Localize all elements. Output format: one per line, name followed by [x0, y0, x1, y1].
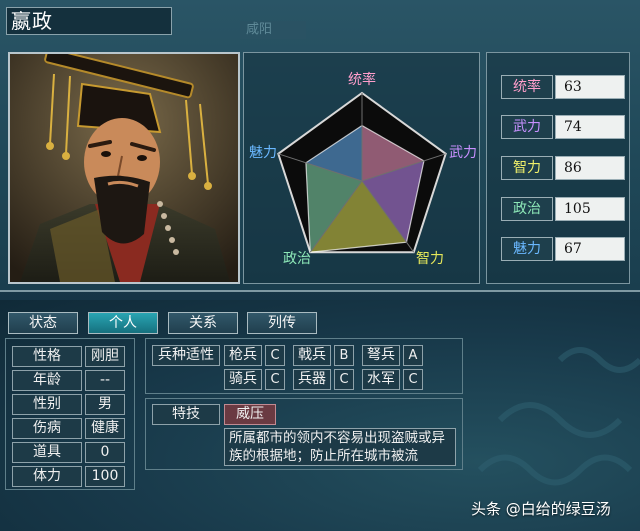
radar-label-intelligence: 智力: [416, 251, 444, 267]
aptitude-unit: 水军: [362, 369, 400, 390]
stat-value: 74: [555, 115, 625, 139]
field-label: 年龄: [12, 370, 82, 391]
officer-portrait: [8, 52, 240, 284]
officer-city: 咸阳: [240, 21, 306, 39]
portrait-image: [10, 54, 238, 282]
stats-list: 统率 63 武力 74 智力 86 政治 105 魅力 67: [486, 52, 630, 284]
tab-status[interactable]: 状态: [8, 312, 78, 334]
aptitude-grade: C: [334, 369, 354, 390]
aptitude-unit: 兵器: [293, 369, 331, 390]
field-label: 道具: [12, 442, 82, 463]
field-value: 男: [85, 394, 125, 415]
field-label: 性格: [12, 346, 82, 367]
officer-name: 嬴政: [6, 7, 172, 35]
field-value: 0: [85, 442, 125, 463]
stat-value: 105: [555, 197, 625, 221]
field-value: 健康: [85, 418, 125, 439]
stat-value: 67: [555, 237, 625, 261]
aptitude-grade: B: [334, 345, 354, 366]
field-label: 体力: [12, 466, 82, 487]
aptitude-title: 兵种适性: [152, 345, 220, 366]
aptitude-unit: 戟兵: [293, 345, 331, 366]
officer-info-screen: 嬴政 咸阳 统率 武力 智力 政治 魅力 统率 63 武力 74 智力 86 政…: [0, 0, 640, 531]
stat-label: 武力: [501, 115, 553, 139]
stats-radar-chart: 统率 武力 智力 政治 魅力: [243, 52, 480, 284]
tab-personal[interactable]: 个人: [88, 312, 158, 334]
aptitude-grade: C: [403, 369, 423, 390]
field-label: 伤病: [12, 418, 82, 439]
stat-label: 魅力: [501, 237, 553, 261]
field-value: 刚胆: [85, 346, 125, 367]
radar-label-politics: 政治: [283, 251, 311, 267]
radar-label-leadership: 统率: [348, 72, 376, 88]
stat-label: 政治: [501, 197, 553, 221]
watermark-text: 头条 @白给的绿豆汤: [471, 500, 611, 518]
skill-name-badge[interactable]: 威压: [224, 404, 276, 425]
field-label: 性别: [12, 394, 82, 415]
stat-label: 统率: [501, 75, 553, 99]
aptitude-unit: 枪兵: [224, 345, 262, 366]
aptitude-grade: C: [265, 369, 285, 390]
stat-value: 86: [555, 156, 625, 180]
radar-label-charm: 魅力: [249, 145, 277, 161]
stat-value: 63: [555, 75, 625, 99]
tab-relations[interactable]: 关系: [168, 312, 238, 334]
aptitude-unit: 弩兵: [362, 345, 400, 366]
field-value: --: [85, 370, 125, 391]
skill-label: 特技: [152, 404, 220, 425]
officer-header-panel: 嬴政 咸阳 统率 武力 智力 政治 魅力 统率 63 武力 74 智力 86 政…: [0, 0, 640, 292]
radar-label-war: 武力: [449, 145, 477, 161]
aptitude-unit: 骑兵: [224, 369, 262, 390]
stat-label: 智力: [501, 156, 553, 180]
aptitude-grade: C: [265, 345, 285, 366]
field-value: 100: [85, 466, 125, 487]
aptitude-grade: A: [403, 345, 423, 366]
tab-biography[interactable]: 列传: [247, 312, 317, 334]
skill-description: 所属都市的领内不容易出现盗贼或异族的根据地；防止所在城市被流: [224, 428, 456, 466]
